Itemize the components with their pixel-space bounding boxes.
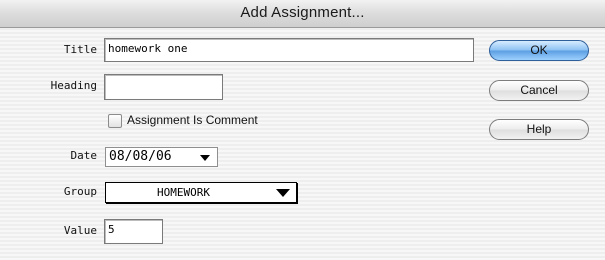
chevron-down-icon — [200, 155, 210, 161]
group-value: HOMEWORK — [157, 186, 210, 199]
heading-label: Heading — [50, 79, 97, 92]
date-value: 08/08/06 — [109, 149, 172, 164]
dialog-title: Add Assignment... — [240, 4, 365, 21]
value-field[interactable]: 5 — [104, 219, 163, 244]
assignment-is-comment-label[interactable]: Assignment Is Comment — [127, 113, 258, 127]
assignment-is-comment-checkbox[interactable] — [108, 114, 122, 128]
value-label: Value — [63, 224, 97, 237]
date-dropdown[interactable]: 08/08/06 — [105, 147, 218, 167]
cancel-button[interactable]: Cancel — [489, 80, 589, 101]
heading-field[interactable] — [104, 74, 223, 100]
ok-button[interactable]: OK — [489, 40, 589, 61]
title-field[interactable]: homework one — [104, 38, 474, 62]
title-label: Title — [63, 43, 97, 56]
group-dropdown[interactable]: HOMEWORK — [105, 182, 297, 203]
group-label: Group — [63, 185, 97, 198]
date-label: Date — [70, 149, 98, 162]
help-button[interactable]: Help — [489, 119, 589, 140]
add-assignment-dialog: Add Assignment... Title homework one Hea… — [0, 0, 605, 260]
title-bar[interactable]: Add Assignment... — [0, 0, 605, 28]
chevron-down-icon — [276, 189, 290, 197]
